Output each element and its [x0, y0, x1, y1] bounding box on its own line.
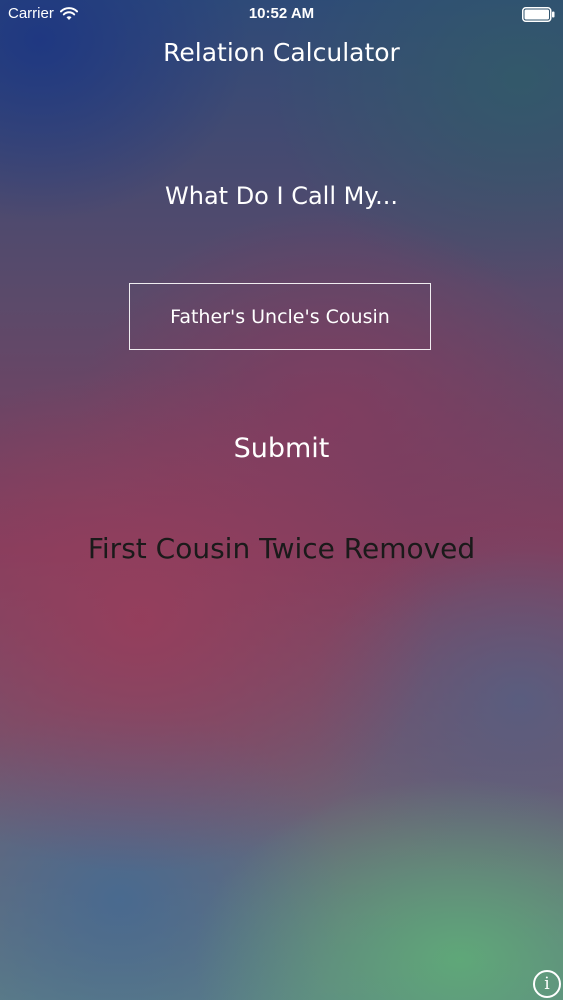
- result-label: First Cousin Twice Removed: [87, 532, 476, 565]
- status-bar: Carrier 10:52 AM: [0, 0, 563, 30]
- app-screen: Carrier 10:52 AM Relation Calculator Wha…: [0, 0, 563, 1000]
- status-time: 10:52 AM: [248, 5, 315, 22]
- relation-input[interactable]: [129, 283, 431, 350]
- prompt-label: What Do I Call My...: [165, 182, 398, 210]
- page-title: Relation Calculator: [163, 38, 400, 67]
- info-icon: i: [544, 973, 550, 994]
- info-button[interactable]: i: [533, 970, 561, 998]
- submit-button[interactable]: Submit: [180, 426, 383, 470]
- battery-icon: [522, 7, 555, 22]
